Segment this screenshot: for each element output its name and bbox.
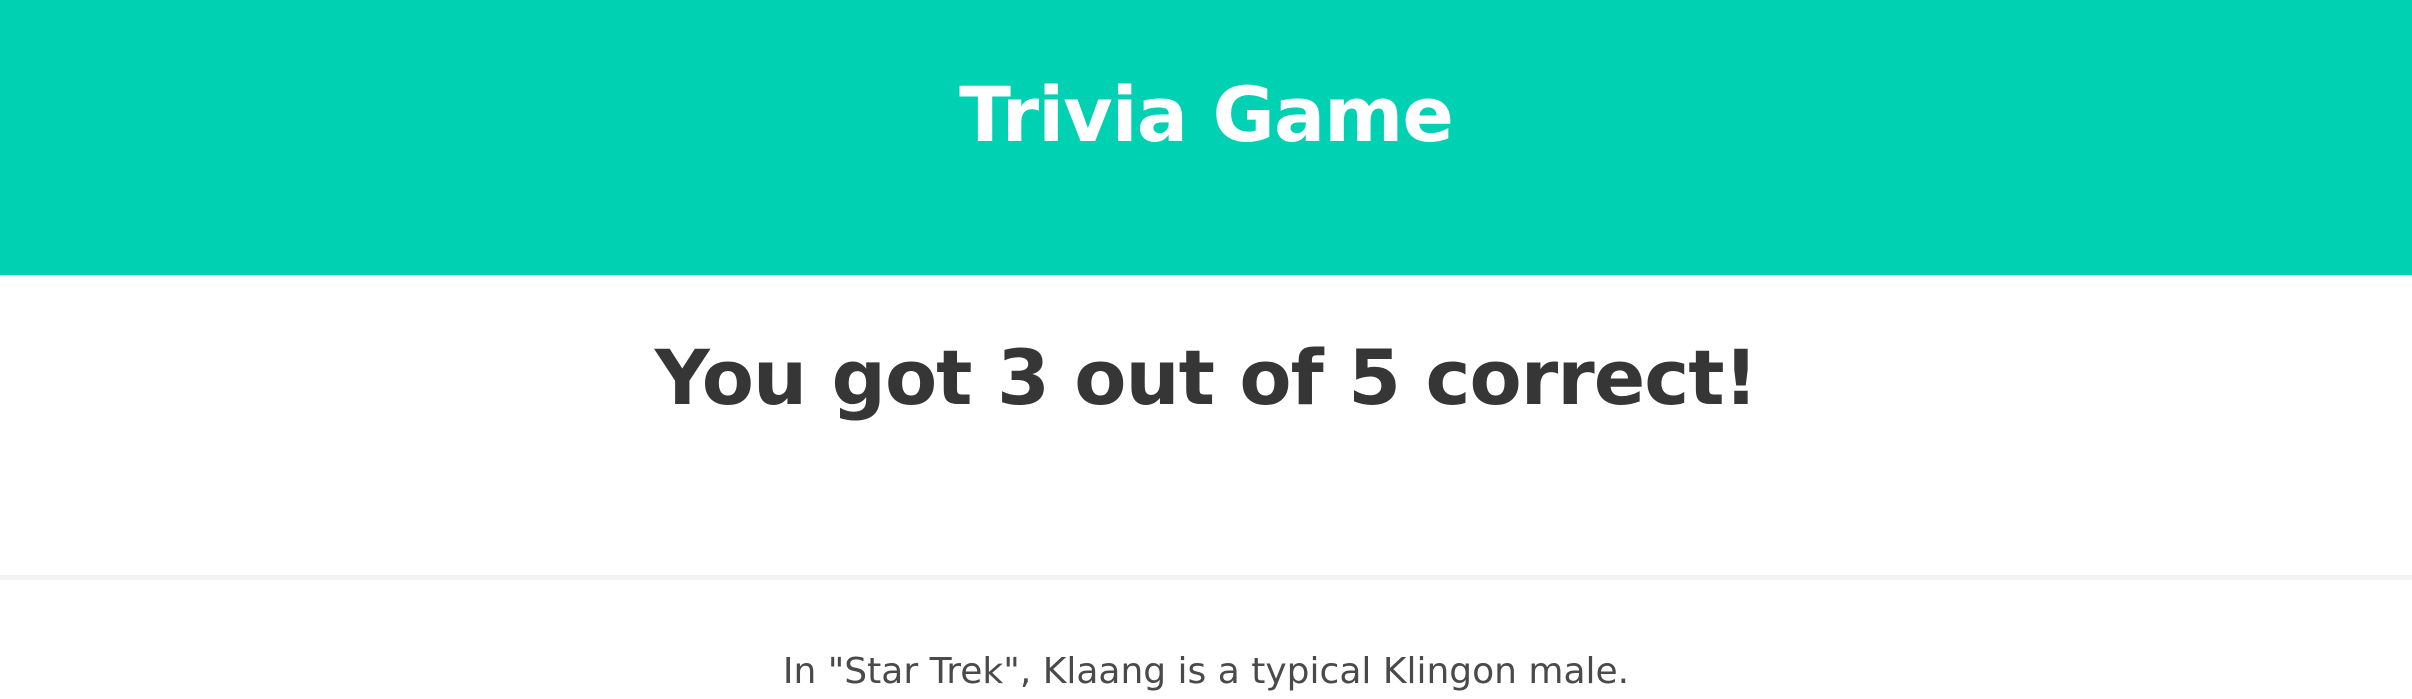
question-text: In "Star Trek", Klaang is a typical Klin…: [782, 651, 1630, 692]
app-title: Trivia Game: [959, 70, 1454, 159]
section-divider: [0, 575, 2412, 580]
score-message: You got 3 out of 5 correct!: [654, 333, 1759, 422]
app-header: Trivia Game: [0, 0, 2412, 275]
score-section: You got 3 out of 5 correct!: [0, 275, 2412, 575]
